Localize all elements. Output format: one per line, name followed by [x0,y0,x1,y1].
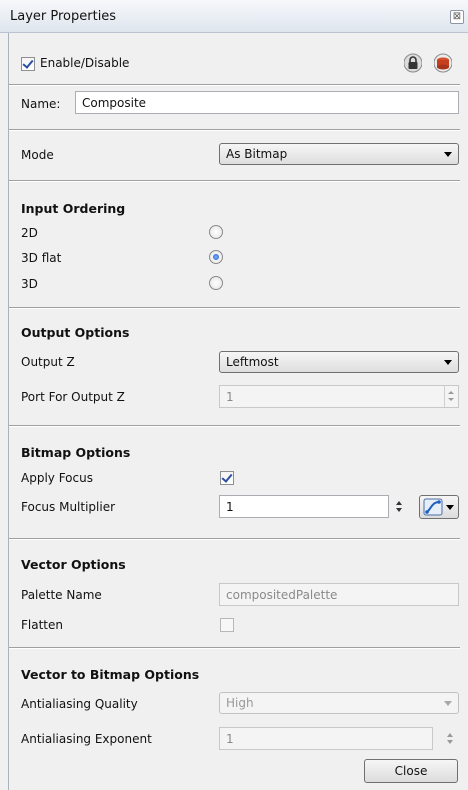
flatten-label: Flatten [21,618,63,632]
mode-label: Mode [21,148,54,162]
output-z-dropdown[interactable]: Leftmost [219,351,459,373]
output-z-value: Leftmost [226,355,279,369]
name-label: Name: [21,97,61,111]
close-window-icon[interactable]: ⊠ [450,10,464,24]
antialiasing-quality-value: High [226,696,254,710]
chevron-down-icon [446,505,454,510]
input-ordering-3d-radio[interactable] [209,276,223,290]
function-curve-button[interactable] [419,495,459,519]
palette-name-field[interactable]: compositedPalette [219,583,459,606]
chevron-down-icon [444,360,452,365]
input-ordering-3d-flat-label: 3D flat [21,251,62,265]
antialiasing-exponent-field[interactable]: 1 [219,727,433,750]
vector-options-heading: Vector Options [21,557,126,572]
bitmap-options-heading: Bitmap Options [21,445,131,460]
title-bar: Layer Properties ⊠ [0,0,468,33]
flatten-checkbox[interactable] [220,618,234,632]
vector-to-bitmap-heading: Vector to Bitmap Options [21,667,200,682]
divider [9,129,460,131]
focus-multiplier-spinner-icon[interactable] [395,500,403,514]
antialiasing-quality-label: Antialiasing Quality [21,697,138,711]
chevron-down-icon [444,701,452,706]
divider [9,180,460,182]
input-ordering-3d-flat-radio[interactable] [209,250,223,264]
output-options-heading: Output Options [21,325,130,340]
port-output-z-label: Port For Output Z [21,390,125,404]
apply-focus-label: Apply Focus [21,471,93,485]
palette-name-label: Palette Name [21,588,102,602]
antialiasing-exponent-spinner-icon[interactable] [446,732,454,746]
mode-value: As Bitmap [226,147,288,161]
lock-icon[interactable] [403,53,423,76]
divider [9,538,460,540]
focus-multiplier-label: Focus Multiplier [21,500,116,514]
input-ordering-heading: Input Ordering [21,201,126,216]
spinner-icon[interactable] [444,386,458,407]
function-curve-icon [423,498,443,519]
chevron-down-icon [444,152,452,157]
mode-dropdown[interactable]: As Bitmap [219,143,459,165]
antialiasing-exponent-label: Antialiasing Exponent [21,732,152,746]
divider [9,307,460,309]
focus-multiplier-field[interactable]: 1 [219,495,389,518]
apply-focus-checkbox[interactable] [220,471,234,485]
divider [9,425,460,427]
input-ordering-2d-radio[interactable] [209,225,223,239]
layer-properties-panel: Enable/Disable Name: Composite Mode As B… [8,33,468,790]
color-swatch-icon[interactable] [433,53,453,76]
name-field[interactable]: Composite [75,91,459,114]
output-z-label: Output Z [21,355,75,369]
divider [9,84,460,86]
port-output-z-value: 1 [226,390,234,404]
input-ordering-2d-label: 2D [21,226,38,240]
enable-label: Enable/Disable [40,56,130,70]
divider [9,647,460,649]
enable-checkbox[interactable] [21,57,35,71]
port-output-z-field[interactable]: 1 [219,385,459,408]
window-title: Layer Properties [10,9,117,24]
input-ordering-3d-label: 3D [21,277,38,291]
close-button[interactable]: Close [364,759,458,783]
antialiasing-quality-dropdown[interactable]: High [219,692,459,714]
